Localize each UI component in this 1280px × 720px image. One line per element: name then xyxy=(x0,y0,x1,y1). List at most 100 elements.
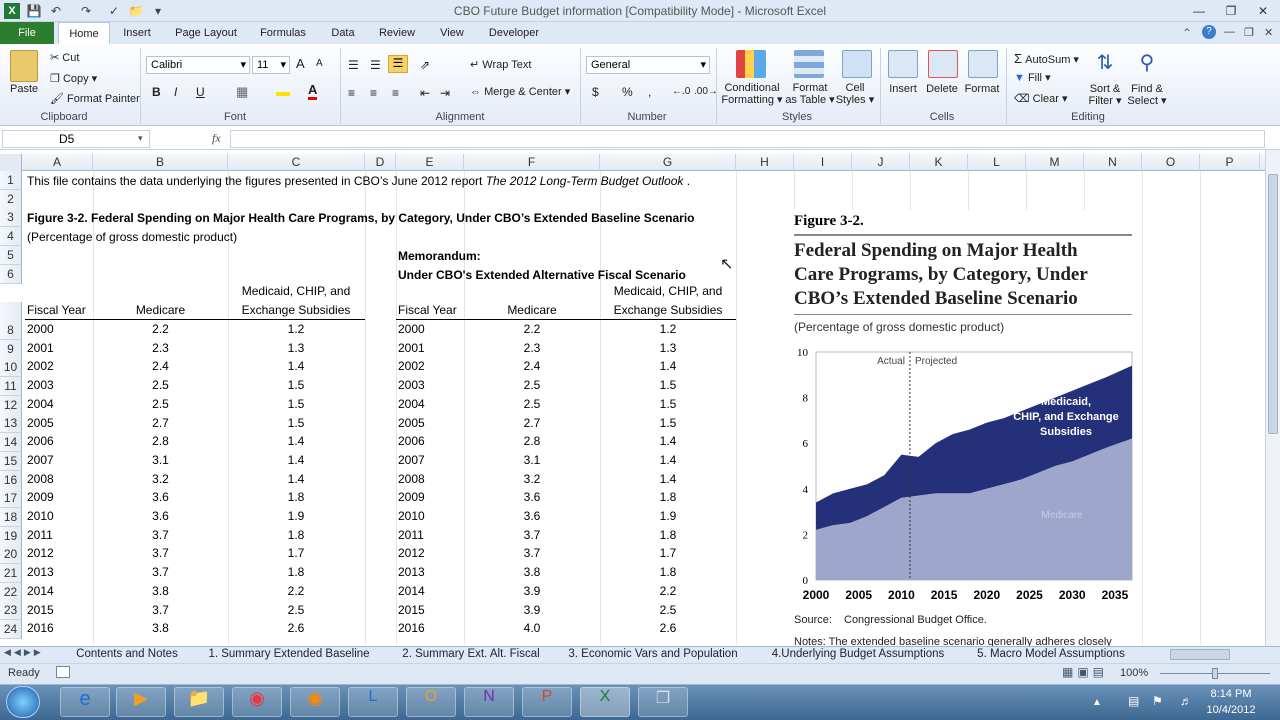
row-header-21[interactable]: 21 xyxy=(0,564,22,583)
zoom-level[interactable]: 100% xyxy=(1120,667,1148,679)
baseline-year-cell[interactable]: 2013 xyxy=(27,563,54,582)
row-header-10[interactable]: 10 xyxy=(0,358,22,378)
alt-year-cell[interactable]: 2012 xyxy=(398,544,425,563)
baseline-year-cell[interactable]: 2004 xyxy=(27,395,54,414)
customize-quick-access-icon[interactable]: ▾ xyxy=(150,3,166,19)
baseline-year-cell[interactable]: 2000 xyxy=(27,320,54,339)
alt-header-fiscal-year[interactable]: Fiscal Year xyxy=(398,301,457,320)
align-middle-icon[interactable]: ☰ xyxy=(370,58,381,72)
taskbar-time[interactable]: 8:14 PM xyxy=(1206,688,1256,700)
excel-taskbar-icon[interactable]: X xyxy=(580,687,630,717)
alt-medicaid-cell[interactable]: 2.5 xyxy=(600,601,736,620)
alt-year-cell[interactable]: 2001 xyxy=(398,339,425,358)
header-fiscal-year[interactable]: Fiscal Year xyxy=(27,301,86,320)
alt-medicare-cell[interactable]: 2.5 xyxy=(464,395,600,414)
alt-medicaid-cell[interactable]: 1.3 xyxy=(600,339,736,358)
row-header-17[interactable]: 17 xyxy=(0,489,22,509)
column-header-h[interactable]: H xyxy=(736,154,794,171)
cut-button[interactable]: ✂ Cut xyxy=(50,51,79,64)
font-color-icon[interactable]: A xyxy=(308,82,318,100)
alt-medicaid-cell[interactable]: 1.8 xyxy=(600,563,736,582)
excel-logo-icon[interactable]: X xyxy=(4,3,20,19)
folder-icon[interactable]: 📁 xyxy=(128,3,144,19)
baseline-medicare-cell[interactable]: 3.7 xyxy=(93,544,228,563)
tab-formulas[interactable]: Formulas xyxy=(252,22,314,44)
decrease-indent-icon[interactable]: ⇤ xyxy=(420,86,430,100)
baseline-medicaid-cell[interactable]: 1.4 xyxy=(228,470,364,489)
align-bottom-icon[interactable]: ☰ xyxy=(388,55,408,73)
fill-color-icon[interactable] xyxy=(276,84,290,96)
alt-medicaid-cell[interactable]: 1.4 xyxy=(600,470,736,489)
tray-network-icon[interactable]: ▤ xyxy=(1128,694,1139,708)
baseline-year-cell[interactable]: 2008 xyxy=(27,470,54,489)
macro-record-icon[interactable] xyxy=(56,666,70,678)
baseline-medicaid-cell[interactable]: 1.2 xyxy=(228,320,364,339)
alt-medicare-cell[interactable]: 3.9 xyxy=(464,601,600,620)
media-player-icon[interactable]: ▶ xyxy=(116,687,166,717)
conditional-formatting-icon[interactable] xyxy=(736,50,766,78)
baseline-year-cell[interactable]: 2005 xyxy=(27,414,54,433)
view-mode-icons[interactable]: ▦▣▤ xyxy=(1062,665,1108,679)
alt-medicaid-cell[interactable]: 1.4 xyxy=(600,451,736,470)
column-header-f[interactable]: F xyxy=(464,154,600,171)
column-header-c[interactable]: C xyxy=(228,154,365,171)
alt-medicaid-cell[interactable]: 1.7 xyxy=(600,544,736,563)
cell-a3[interactable]: Figure 3-2. Federal Spending on Major He… xyxy=(27,209,695,228)
alt-year-cell[interactable]: 2009 xyxy=(398,488,425,507)
row-header-2[interactable]: 2 xyxy=(0,189,22,209)
baseline-medicare-cell[interactable]: 2.4 xyxy=(93,357,228,376)
tab-page-layout[interactable]: Page Layout xyxy=(168,22,244,44)
sheet-tab[interactable]: 5. Macro Model Assumptions xyxy=(968,646,1134,663)
redo-icon[interactable]: ↷ xyxy=(78,3,94,19)
powerpoint-icon[interactable]: P xyxy=(522,687,572,717)
sort-filter-icon[interactable]: ⇅ xyxy=(1090,50,1120,75)
increase-indent-icon[interactable]: ⇥ xyxy=(440,86,450,100)
zoom-slider-thumb[interactable] xyxy=(1212,668,1218,679)
row-header-18[interactable]: 18 xyxy=(0,507,22,527)
alt-year-cell[interactable]: 2006 xyxy=(398,432,425,451)
align-left-icon[interactable]: ≡ xyxy=(348,86,355,100)
outlook-icon[interactable]: O xyxy=(406,687,456,717)
number-format-select[interactable]: General ▾ xyxy=(586,56,710,74)
baseline-year-cell[interactable]: 2014 xyxy=(27,582,54,601)
baseline-year-cell[interactable]: 2012 xyxy=(27,544,54,563)
alt-medicare-cell[interactable]: 3.9 xyxy=(464,582,600,601)
close-icon[interactable]: ✕ xyxy=(1250,2,1276,20)
alt-year-cell[interactable]: 2004 xyxy=(398,395,425,414)
spellcheck-icon[interactable]: ✓ xyxy=(106,3,122,19)
alt-medicare-cell[interactable]: 3.7 xyxy=(464,526,600,545)
orientation-icon[interactable]: ⇗ xyxy=(420,58,430,72)
header-medicaid-line2[interactable]: Exchange Subsidies xyxy=(228,301,364,320)
workbook-restore-icon[interactable]: ❐ xyxy=(1244,26,1254,39)
shrink-font-button[interactable]: A xyxy=(316,58,323,69)
cell-styles-button[interactable]: Cell Styles ▾ xyxy=(834,82,876,106)
baseline-medicaid-cell[interactable]: 1.8 xyxy=(228,563,364,582)
delete-cells-icon[interactable] xyxy=(928,50,958,78)
row-header-23[interactable]: 23 xyxy=(0,601,22,621)
baseline-medicare-cell[interactable]: 2.5 xyxy=(93,376,228,395)
row-header-16[interactable]: 16 xyxy=(0,470,22,490)
cell-styles-icon[interactable] xyxy=(842,50,872,78)
alt-medicare-cell[interactable]: 2.4 xyxy=(464,357,600,376)
borders-icon[interactable]: ▦ xyxy=(236,84,248,100)
merge-center-button[interactable]: ⇔ Merge & Center ▾ xyxy=(470,85,570,98)
alt-medicare-cell[interactable]: 2.3 xyxy=(464,339,600,358)
cell-a4[interactable]: (Percentage of gross domestic product) xyxy=(27,228,237,247)
taskbar-date[interactable]: 10/4/2012 xyxy=(1204,704,1258,716)
sheet-nav-arrows-icon[interactable]: ◀◀▶▶ xyxy=(4,647,44,658)
font-size-select[interactable]: 11 ▾ xyxy=(252,56,290,74)
baseline-medicaid-cell[interactable]: 2.2 xyxy=(228,582,364,601)
row-header-8[interactable]: 8 xyxy=(0,320,22,340)
find-select-button[interactable]: Find & Select ▾ xyxy=(1126,83,1168,107)
baseline-medicare-cell[interactable]: 2.3 xyxy=(93,339,228,358)
row-header-24[interactable]: 24 xyxy=(0,620,22,640)
help-icon[interactable]: ? xyxy=(1202,25,1216,39)
conditional-formatting-button[interactable]: Conditional Formatting ▾ xyxy=(720,82,784,106)
font-name-select[interactable]: Calibri ▾ xyxy=(146,56,250,74)
baseline-year-cell[interactable]: 2007 xyxy=(27,451,54,470)
wrap-text-button[interactable]: ↵ Wrap Text xyxy=(470,58,531,71)
format-as-table-button[interactable]: Format as Table ▾ xyxy=(784,82,836,106)
baseline-year-cell[interactable]: 2016 xyxy=(27,619,54,638)
baseline-medicaid-cell[interactable]: 2.6 xyxy=(228,619,364,638)
baseline-medicare-cell[interactable]: 2.5 xyxy=(93,395,228,414)
